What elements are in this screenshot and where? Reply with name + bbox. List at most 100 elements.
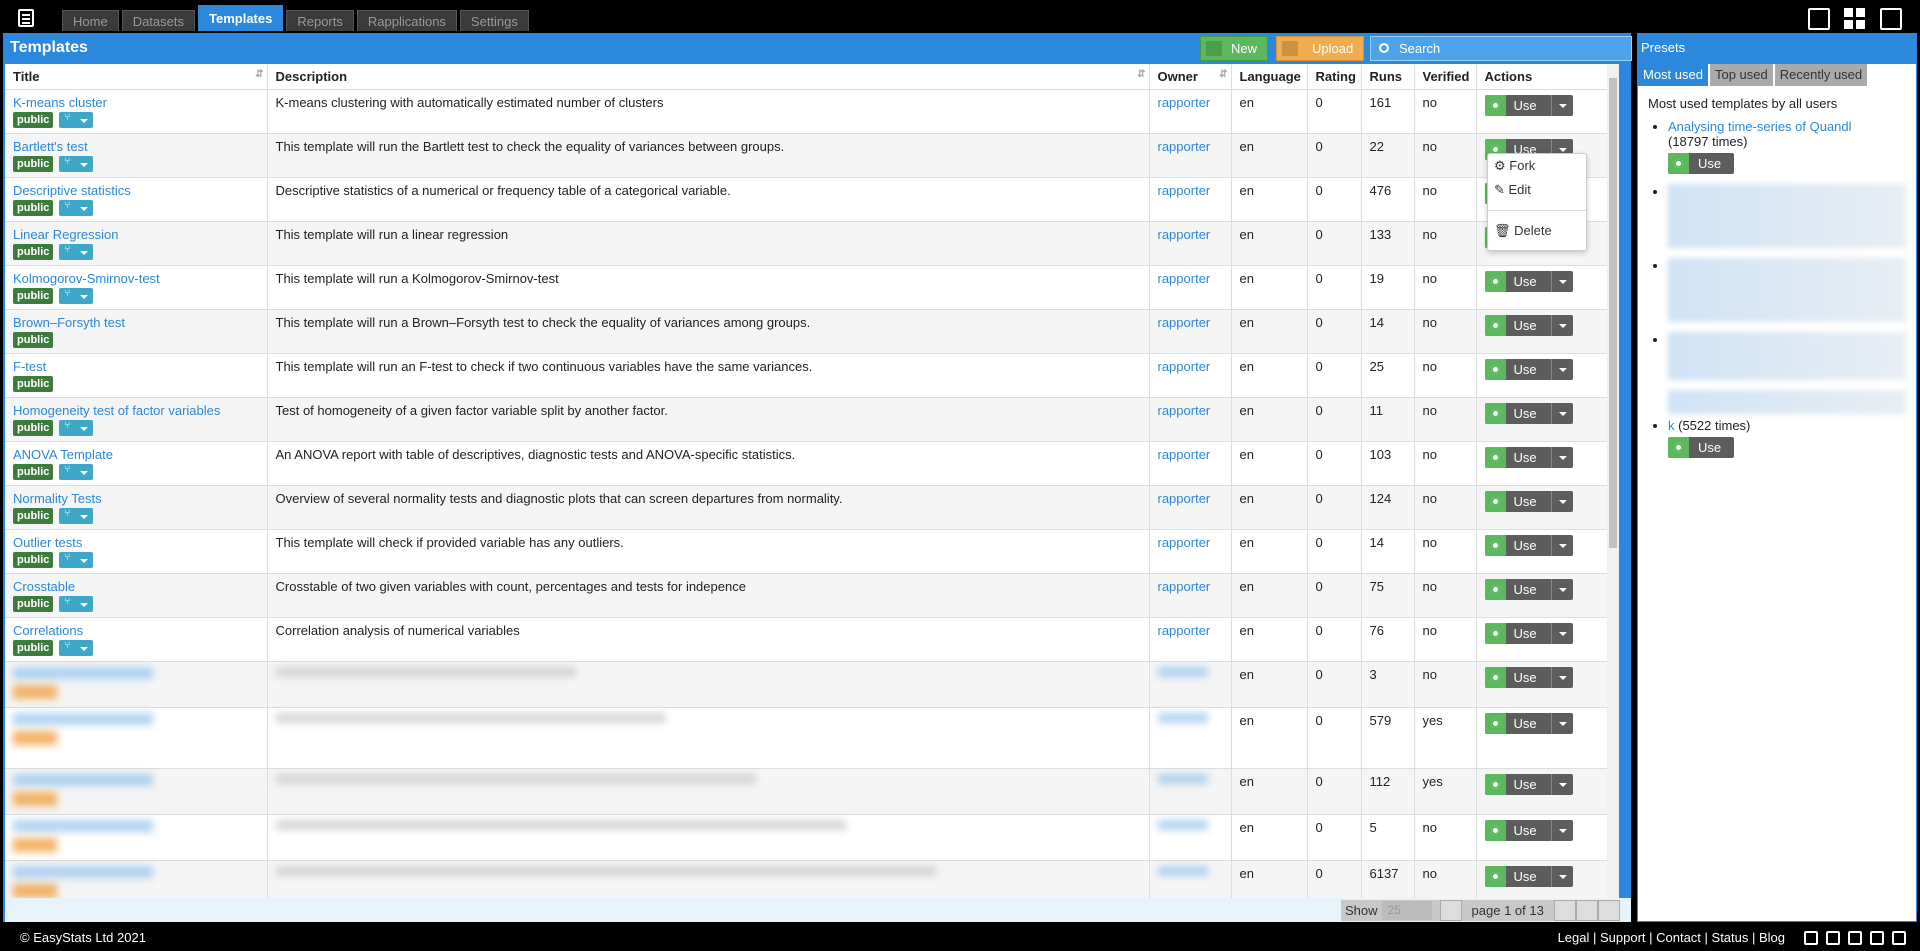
fork-icon[interactable] xyxy=(59,111,94,128)
preset-link[interactable]: Analysing time-series of Quandl xyxy=(1668,119,1852,134)
per-page-select[interactable]: 25 xyxy=(1381,901,1432,920)
delete-menu-item[interactable]: 🗑 Delete xyxy=(1488,219,1586,243)
actions-caret-button[interactable] xyxy=(1550,314,1573,336)
owner-link[interactable]: rapporter xyxy=(1158,227,1211,242)
next-page-button[interactable] xyxy=(1553,900,1576,921)
use-button[interactable]: Use xyxy=(1484,773,1551,795)
use-button[interactable]: Use xyxy=(1484,622,1551,644)
actions-caret-button[interactable] xyxy=(1550,622,1573,644)
actions-caret-button[interactable] xyxy=(1550,773,1573,795)
footer-links[interactable]: Legal | Support | Contact | Status | Blo… xyxy=(1558,925,1785,951)
twitter-icon[interactable] xyxy=(1848,931,1862,945)
tab-rapplications[interactable]: Rapplications xyxy=(356,10,457,31)
use-button[interactable]: Use xyxy=(1484,865,1551,887)
use-button[interactable]: Use xyxy=(1484,578,1551,600)
use-button[interactable]: Use xyxy=(1484,534,1551,556)
col-description[interactable]: Description xyxy=(267,64,1150,90)
tab-settings[interactable]: Settings xyxy=(459,10,529,31)
actions-caret-button[interactable] xyxy=(1550,446,1573,468)
rss-icon[interactable] xyxy=(1804,931,1818,945)
template-title-link[interactable]: Linear Regression xyxy=(13,227,119,242)
owner-link[interactable]: rapporter xyxy=(1158,315,1211,330)
search-input[interactable]: Search xyxy=(1370,36,1632,61)
actions-caret-button[interactable] xyxy=(1550,490,1573,512)
owner-link[interactable]: rapporter xyxy=(1158,579,1211,594)
first-page-button[interactable] xyxy=(1575,900,1598,921)
upload-button[interactable]: Upload xyxy=(1276,36,1365,61)
table-scrollbar[interactable] xyxy=(1607,64,1619,898)
tab-most-used[interactable]: Most used xyxy=(1638,64,1708,86)
edit-menu-item[interactable]: ✎ Edit xyxy=(1488,178,1586,202)
fork-icon[interactable] xyxy=(59,507,94,524)
actions-caret-button[interactable] xyxy=(1550,666,1573,688)
template-title-link[interactable]: F-test xyxy=(13,359,46,374)
owner-link[interactable]: rapporter xyxy=(1158,403,1211,418)
new-button[interactable]: New xyxy=(1200,36,1269,61)
owner-link[interactable]: rapporter xyxy=(1158,183,1211,198)
tab-top-used[interactable]: Top used xyxy=(1709,64,1773,86)
col-runs[interactable]: Runs xyxy=(1361,64,1415,90)
actions-caret-button[interactable] xyxy=(1550,578,1573,600)
owner-link[interactable]: rapporter xyxy=(1158,359,1211,374)
github-icon[interactable] xyxy=(1826,931,1840,945)
prev-page-button[interactable] xyxy=(1439,900,1462,921)
template-title-link[interactable]: Outlier tests xyxy=(13,535,82,550)
use-button[interactable]: Use xyxy=(1484,490,1551,512)
template-title-link[interactable]: Bartlett's test xyxy=(13,139,88,154)
fork-icon[interactable] xyxy=(59,199,94,216)
col-owner[interactable]: Owner xyxy=(1149,64,1232,90)
tab-reports[interactable]: Reports xyxy=(286,10,354,31)
columns-icon[interactable] xyxy=(1880,8,1902,30)
use-button[interactable]: Use xyxy=(1484,712,1551,734)
col-language[interactable]: Language xyxy=(1231,64,1308,90)
list-view-icon[interactable] xyxy=(1808,8,1830,30)
owner-link[interactable]: rapporter xyxy=(1158,139,1211,154)
actions-caret-button[interactable] xyxy=(1550,865,1573,887)
tab-home[interactable]: Home xyxy=(62,10,119,31)
use-button[interactable]: Use xyxy=(1484,446,1551,468)
use-button[interactable]: Use xyxy=(1484,666,1551,688)
fork-icon[interactable] xyxy=(59,243,94,260)
fork-menu-item[interactable]: ⚙ Fork xyxy=(1488,154,1586,178)
fork-icon[interactable] xyxy=(59,155,94,172)
template-title-link[interactable]: Crosstable xyxy=(13,579,75,594)
use-button[interactable]: Use xyxy=(1484,314,1551,336)
template-title-link[interactable]: Correlations xyxy=(13,623,83,638)
actions-caret-button[interactable] xyxy=(1550,358,1573,380)
google-plus-icon[interactable] xyxy=(1892,931,1906,945)
grid-view-icon[interactable] xyxy=(1844,8,1866,30)
owner-link[interactable]: rapporter xyxy=(1158,623,1211,638)
use-button[interactable]: Use xyxy=(1484,819,1551,841)
owner-link[interactable]: rapporter xyxy=(1158,491,1211,506)
logo-icon[interactable] xyxy=(18,9,34,27)
template-title-link[interactable]: Kolmogorov-Smirnov-test xyxy=(13,271,160,286)
tab-recently-used[interactable]: Recently used xyxy=(1774,64,1868,86)
col-rating[interactable]: Rating xyxy=(1307,64,1362,90)
owner-link[interactable]: rapporter xyxy=(1158,271,1211,286)
owner-link[interactable]: rapporter xyxy=(1158,447,1211,462)
actions-caret-button[interactable] xyxy=(1550,94,1573,116)
actions-caret-button[interactable] xyxy=(1550,712,1573,734)
use-button[interactable]: Use xyxy=(1484,358,1551,380)
template-title-link[interactable]: Homogeneity test of factor variables xyxy=(13,403,220,418)
template-title-link[interactable]: Normality Tests xyxy=(13,491,102,506)
owner-link[interactable]: rapporter xyxy=(1158,95,1211,110)
facebook-icon[interactable] xyxy=(1870,931,1884,945)
template-title-link[interactable]: Brown–Forsyth test xyxy=(13,315,125,330)
tab-datasets[interactable]: Datasets xyxy=(121,10,195,31)
use-button[interactable]: Use xyxy=(1484,94,1551,116)
fork-icon[interactable] xyxy=(59,419,94,436)
fork-icon[interactable] xyxy=(59,463,94,480)
use-button[interactable]: Use xyxy=(1484,270,1551,292)
preset-use-button[interactable]: Use xyxy=(1668,153,1734,174)
fork-icon[interactable] xyxy=(59,551,94,568)
tab-templates[interactable]: Templates xyxy=(198,5,284,31)
template-title-link[interactable]: K-means cluster xyxy=(13,95,107,110)
preset-use-button[interactable]: Use xyxy=(1668,437,1734,458)
fork-icon[interactable] xyxy=(59,595,94,612)
template-title-link[interactable]: ANOVA Template xyxy=(13,447,113,462)
actions-caret-button[interactable] xyxy=(1550,402,1573,424)
fork-icon[interactable] xyxy=(59,287,94,304)
actions-caret-button[interactable] xyxy=(1550,819,1573,841)
col-title[interactable]: Title xyxy=(5,64,268,90)
